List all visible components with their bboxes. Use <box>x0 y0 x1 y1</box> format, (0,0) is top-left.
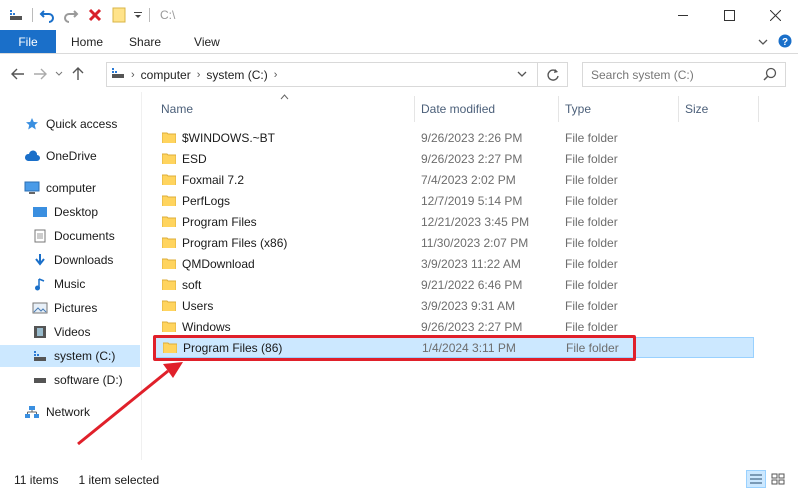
status-bar: 11 items 1 item selected <box>0 468 798 492</box>
large-icons-view-button[interactable] <box>768 470 788 488</box>
item-count: 11 items <box>14 473 59 487</box>
large-icons-view-icon <box>771 473 785 485</box>
details-view-button[interactable] <box>746 470 766 488</box>
selection-count: 1 item selected <box>78 473 160 487</box>
details-view-icon <box>750 474 762 484</box>
annotation-arrow <box>77 362 183 446</box>
view-switcher <box>746 470 788 488</box>
